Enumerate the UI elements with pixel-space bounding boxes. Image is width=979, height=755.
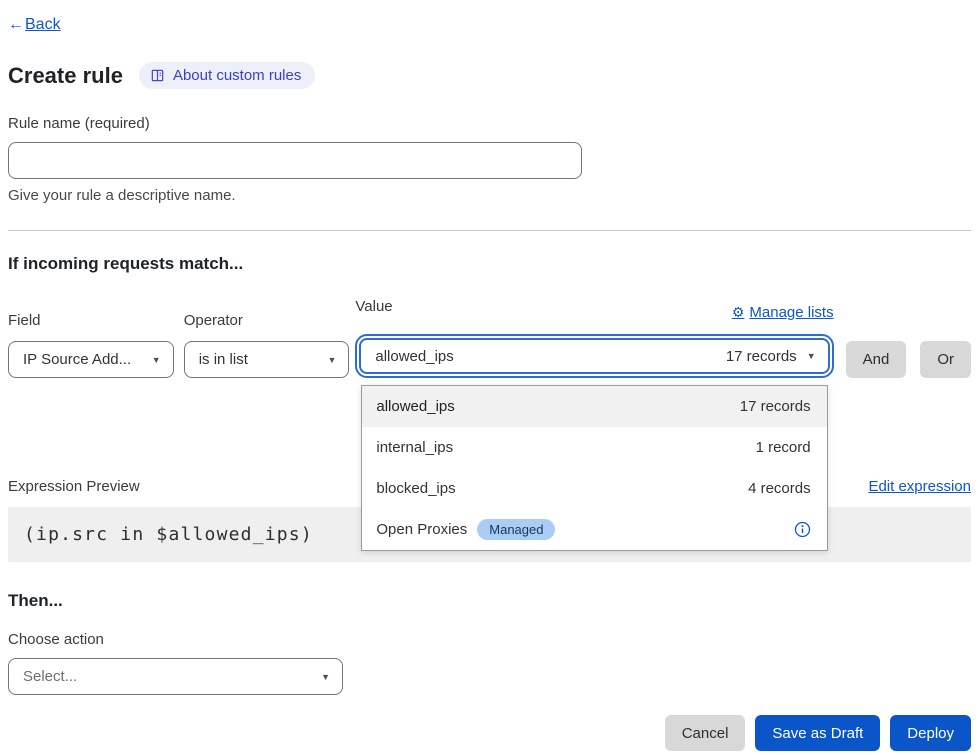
gear-icon: ⚙ — [732, 304, 745, 321]
list-option-blocked-ips[interactable]: blocked_ips 4 records — [362, 468, 826, 509]
about-custom-rules-label: About custom rules — [173, 67, 301, 84]
about-custom-rules-link[interactable]: About custom rules — [139, 62, 315, 89]
back-row: ←Back — [8, 16, 971, 34]
chevron-down-icon: ▼ — [152, 355, 161, 365]
match-heading: If incoming requests match... — [8, 254, 971, 274]
operator-select[interactable]: is in list ▼ — [184, 341, 350, 378]
choose-action-label: Choose action — [8, 631, 971, 648]
then-heading: Then... — [8, 591, 971, 611]
field-label: Field — [8, 312, 174, 329]
list-option-name: allowed_ips — [376, 398, 454, 415]
list-option-name: internal_ips — [376, 439, 453, 456]
field-group: Field IP Source Add... ▼ — [8, 312, 174, 378]
list-option-count: 17 records — [740, 398, 811, 415]
list-option-left: Open Proxies Managed — [376, 519, 555, 540]
operator-label: Operator — [184, 312, 350, 329]
footer-actions: Cancel Save as Draft Deploy — [8, 715, 971, 751]
deploy-button[interactable]: Deploy — [890, 715, 971, 751]
expression-code: (ip.src in $allowed_ips) — [24, 524, 313, 545]
edit-expression-link[interactable]: Edit expression — [868, 478, 971, 495]
value-select-right: 17 records ▼ — [726, 348, 816, 365]
chevron-down-icon: ▼ — [327, 355, 336, 365]
rule-name-input[interactable] — [8, 142, 582, 179]
managed-badge: Managed — [477, 519, 555, 540]
or-button[interactable]: Or — [920, 341, 971, 378]
chevron-down-icon: ▼ — [321, 672, 330, 682]
back-link[interactable]: ←Back — [8, 16, 61, 33]
field-select[interactable]: IP Source Add... ▼ — [8, 341, 174, 378]
list-option-open-proxies[interactable]: Open Proxies Managed — [362, 509, 826, 550]
expression-preview-label: Expression Preview — [8, 478, 140, 495]
value-select-value: allowed_ips — [375, 348, 453, 365]
list-option-count: 1 record — [756, 439, 811, 456]
value-header: Value ⚙Manage lists — [355, 298, 833, 327]
value-select-wrap: allowed_ips 17 records ▼ allowed_ips 17 … — [355, 334, 833, 378]
list-option-internal-ips[interactable]: internal_ips 1 record — [362, 427, 826, 468]
action-select[interactable]: Select... ▼ — [8, 658, 343, 695]
page-title: Create rule — [8, 63, 123, 89]
list-dropdown-panel: allowed_ips 17 records internal_ips 1 re… — [361, 385, 827, 551]
title-row: Create rule About custom rules — [8, 62, 971, 89]
list-option-name: Open Proxies — [376, 521, 467, 538]
rule-name-label: Rule name (required) — [8, 115, 971, 132]
create-rule-page: ←Back Create rule About custom rules Rul… — [0, 16, 979, 751]
value-group: Value ⚙Manage lists allowed_ips 17 recor… — [355, 298, 833, 378]
value-label: Value — [355, 298, 392, 315]
value-select-focus-ring: allowed_ips 17 records ▼ — [355, 334, 833, 378]
cancel-button[interactable]: Cancel — [665, 715, 746, 751]
chevron-down-icon: ▼ — [807, 351, 816, 361]
list-option-count: 4 records — [748, 480, 811, 497]
back-link-label: Back — [25, 16, 61, 33]
rule-name-helper: Give your rule a descriptive name. — [8, 187, 971, 204]
save-as-draft-button[interactable]: Save as Draft — [755, 715, 880, 751]
manage-lists-link[interactable]: ⚙Manage lists — [732, 304, 834, 321]
match-condition-row: Field IP Source Add... ▼ Operator is in … — [8, 298, 971, 378]
info-icon[interactable] — [794, 521, 811, 538]
book-icon — [150, 68, 165, 83]
left-arrow-icon: ← — [8, 16, 24, 34]
and-button[interactable]: And — [846, 341, 907, 378]
action-select-placeholder: Select... — [23, 668, 77, 685]
value-select-count: 17 records — [726, 348, 797, 365]
operator-select-value: is in list — [199, 351, 248, 368]
value-select[interactable]: allowed_ips 17 records ▼ — [359, 338, 829, 374]
operator-group: Operator is in list ▼ — [184, 312, 350, 378]
list-option-name: blocked_ips — [376, 480, 455, 497]
list-option-allowed-ips[interactable]: allowed_ips 17 records — [362, 386, 826, 427]
manage-lists-label: Manage lists — [749, 304, 833, 321]
section-divider — [8, 230, 971, 231]
field-select-value: IP Source Add... — [23, 351, 131, 368]
